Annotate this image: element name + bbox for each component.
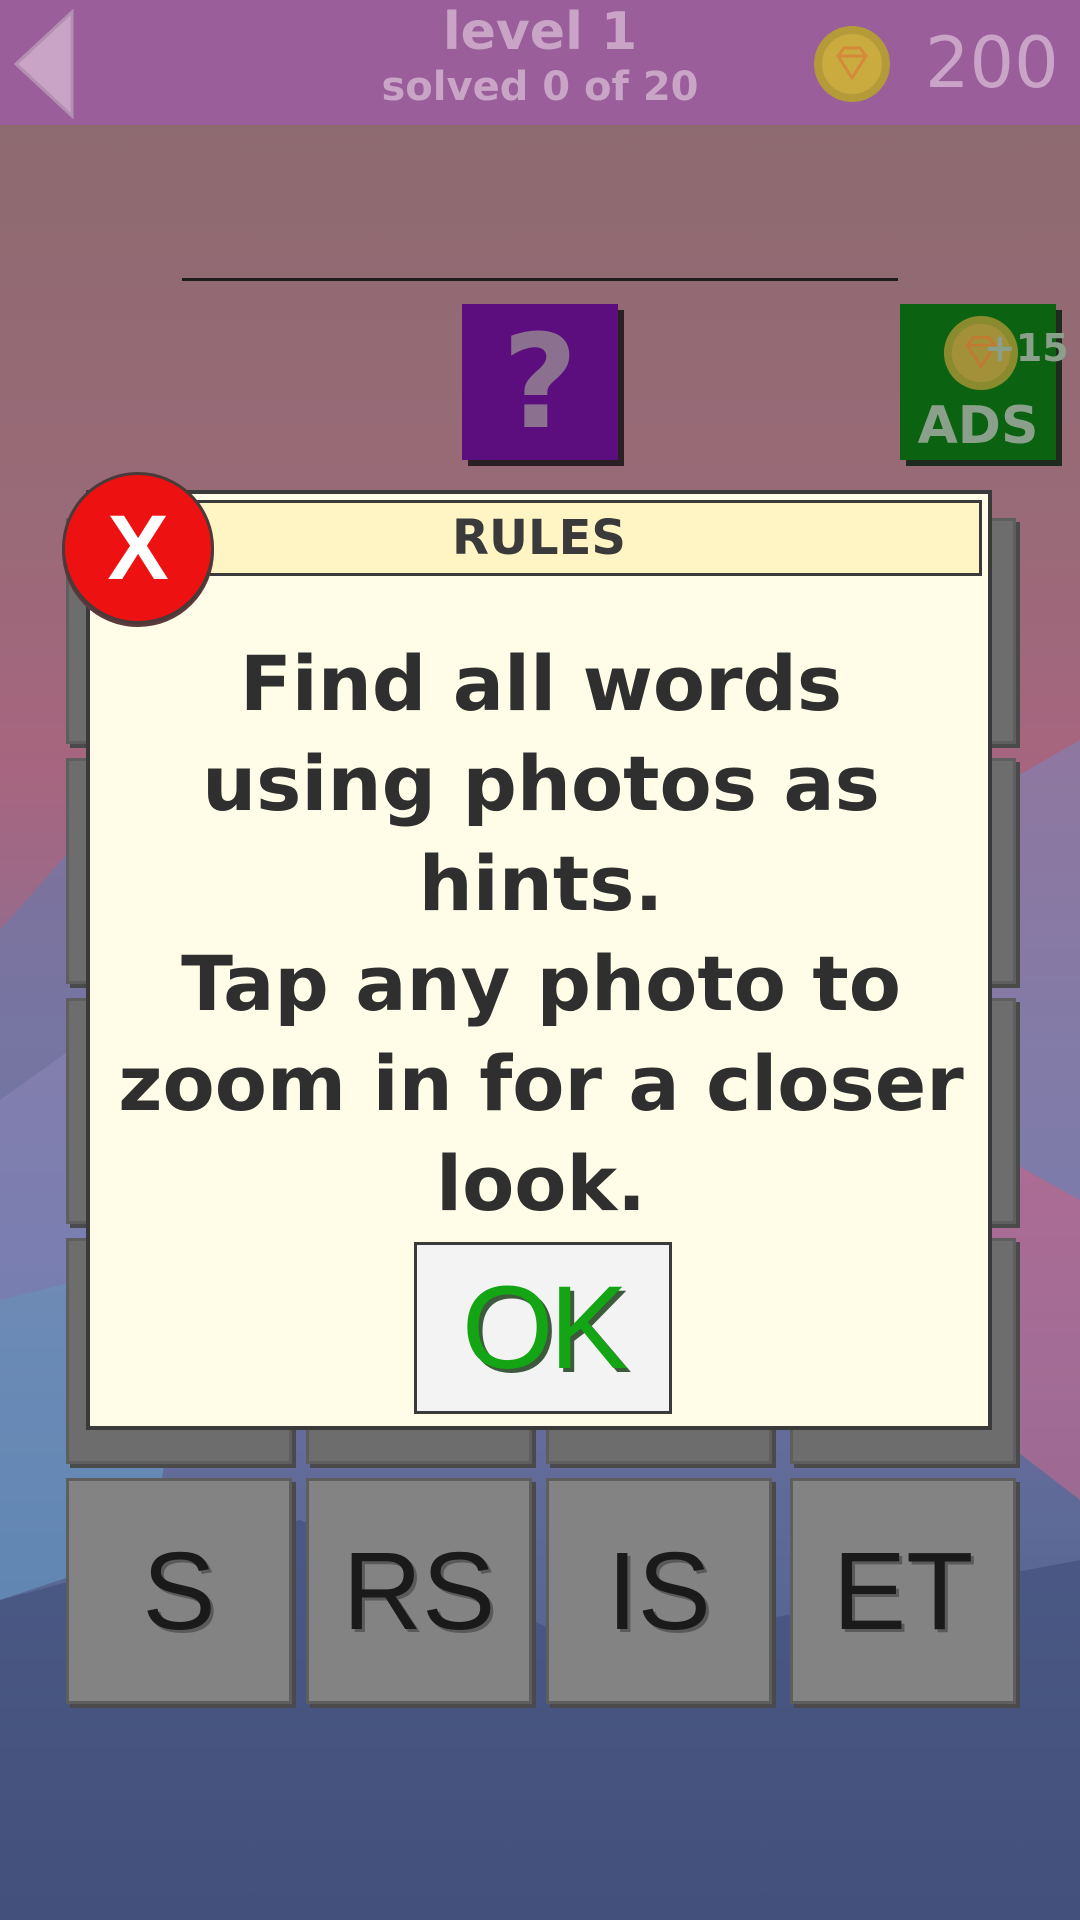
letter-tile[interactable]: RS xyxy=(306,1478,532,1704)
rules-dialog-header: RULES xyxy=(96,500,982,576)
watch-ads-button[interactable]: +15 ADS xyxy=(900,304,1069,460)
solved-progress: solved 0 of 20 xyxy=(381,64,699,110)
coin-count: 200 xyxy=(925,22,1059,104)
ads-bonus: +15 xyxy=(984,326,1069,370)
close-button[interactable]: X xyxy=(62,472,214,624)
hint-button-label: ? xyxy=(502,306,578,458)
rule-text-2: Tap any photo to zoom in for a closer lo… xyxy=(118,939,964,1228)
letter-tile-label: IS xyxy=(607,1529,711,1653)
diamond-coin-icon xyxy=(814,26,890,102)
rules-dialog: RULES Find all words using photos as hin… xyxy=(86,490,992,1430)
level-title: level 1 xyxy=(442,2,638,62)
rule-text-1: Find all words using photos as hints. xyxy=(202,639,880,928)
ads-label: ADS xyxy=(917,396,1039,456)
letter-tile[interactable]: S xyxy=(66,1478,292,1704)
hint-button[interactable]: ? xyxy=(462,304,618,460)
ok-button[interactable]: OK xyxy=(414,1242,672,1414)
answer-line xyxy=(182,278,898,281)
letter-tile-label: S xyxy=(142,1529,216,1653)
letter-tile[interactable]: ET xyxy=(790,1478,1016,1704)
letter-tile[interactable]: IS xyxy=(546,1478,772,1704)
letter-tile-label: ET xyxy=(832,1529,974,1653)
rules-dialog-title: RULES xyxy=(452,510,626,566)
ok-button-label: OK xyxy=(461,1262,628,1394)
top-bar: level 1 solved 0 of 20 200 xyxy=(0,0,1080,125)
letter-tile-label: RS xyxy=(342,1529,496,1653)
close-icon: X xyxy=(107,496,169,599)
